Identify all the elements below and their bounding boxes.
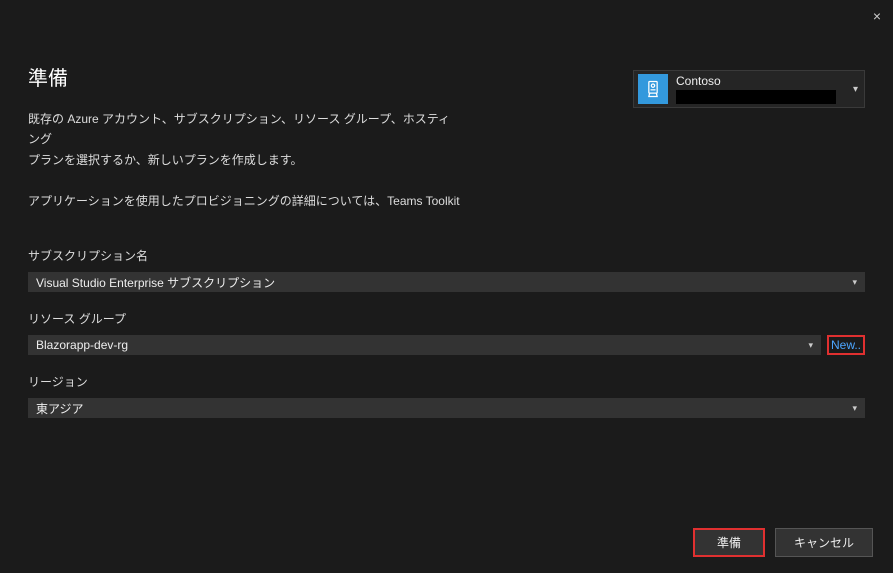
subscription-label: サブスクリプション名 [28, 247, 865, 264]
provision-button[interactable]: 準備 [693, 528, 765, 557]
chevron-down-icon: ▾ [808, 340, 813, 351]
header-row: 準備 既存の Azure アカウント、サブスクリプション、リソース グループ、ホ… [28, 62, 865, 170]
cancel-button[interactable]: キャンセル [775, 528, 873, 557]
page-title: 準備 [28, 62, 458, 91]
description: 既存の Azure アカウント、サブスクリプション、リソース グループ、ホスティ… [28, 109, 458, 170]
account-badge-icon [638, 74, 668, 104]
account-sub-redacted [676, 90, 836, 104]
resource-group-value: Blazorapp-dev-rg [36, 338, 128, 352]
dialog-footer: 準備 キャンセル [693, 528, 873, 557]
chevron-down-icon: ▾ [852, 403, 857, 414]
field-resource-group: リソース グループ Blazorapp-dev-rg ▾ New.. [28, 310, 865, 355]
close-button[interactable]: × [873, 8, 881, 24]
region-value: 東アジア [36, 400, 84, 417]
chevron-down-icon: ▾ [853, 84, 858, 95]
account-selector[interactable]: Contoso ▾ [633, 70, 865, 108]
account-details: Contoso [676, 74, 847, 104]
header-text-block: 準備 既存の Azure アカウント、サブスクリプション、リソース グループ、ホ… [28, 62, 458, 170]
account-name: Contoso [676, 74, 847, 88]
subtext: アプリケーションを使用したプロビジョニングの詳細については、Teams Tool… [28, 192, 865, 209]
description-line: プランを選択するか、新しいプランを作成します。 [28, 150, 458, 170]
subscription-dropdown[interactable]: Visual Studio Enterprise サブスクリプション ▾ [28, 272, 865, 292]
field-subscription: サブスクリプション名 Visual Studio Enterprise サブスク… [28, 247, 865, 292]
region-label: リージョン [28, 373, 865, 390]
dialog-content: 準備 既存の Azure アカウント、サブスクリプション、リソース グループ、ホ… [0, 0, 893, 418]
region-row: 東アジア ▾ [28, 398, 865, 418]
chevron-down-icon: ▾ [852, 277, 857, 288]
region-dropdown[interactable]: 東アジア ▾ [28, 398, 865, 418]
subscription-value: Visual Studio Enterprise サブスクリプション [36, 274, 275, 291]
description-line: 既存の Azure アカウント、サブスクリプション、リソース グループ、ホスティ… [28, 109, 458, 150]
resource-group-row: Blazorapp-dev-rg ▾ New.. [28, 335, 865, 355]
form-section: サブスクリプション名 Visual Studio Enterprise サブスク… [28, 247, 865, 418]
close-icon: × [873, 8, 881, 24]
resource-group-dropdown[interactable]: Blazorapp-dev-rg ▾ [28, 335, 821, 355]
new-resource-group-link[interactable]: New.. [827, 335, 865, 355]
subscription-row: Visual Studio Enterprise サブスクリプション ▾ [28, 272, 865, 292]
resource-group-label: リソース グループ [28, 310, 865, 327]
field-region: リージョン 東アジア ▾ [28, 373, 865, 418]
